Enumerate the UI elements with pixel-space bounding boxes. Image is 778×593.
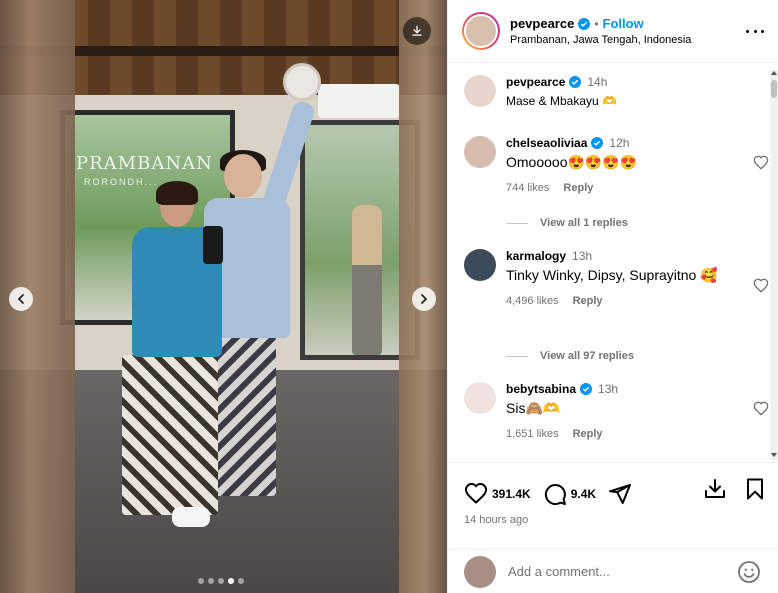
reply-button[interactable]: Reply [573,428,603,440]
comment-time: 12h [609,136,630,150]
author-username[interactable]: pevpearce [510,16,574,31]
view-replies-button[interactable]: View all 97 replies [506,350,634,362]
download-button[interactable] [403,17,431,45]
view-replies-button[interactable]: View all 1 replies [506,217,628,229]
post-media[interactable]: PRAMBANAN RORONDH... [0,0,447,593]
carousel-dot [198,578,204,584]
comment-username[interactable]: karmalogy [506,249,566,263]
comment-likes[interactable]: 1,651 likes [506,428,559,440]
follow-button[interactable]: Follow [603,16,644,31]
post-location[interactable]: Prambanan, Jawa Tengah, Indonesia [510,34,691,46]
reply-button[interactable]: Reply [573,295,603,307]
comment-item: bebytsabina 13h Sis🙈🫶 1,651 likes Reply [464,382,764,440]
verified-badge-icon [591,137,604,149]
current-user-avatar [464,555,496,588]
verified-badge-icon [580,383,593,395]
comment-item: karmalogy 13h Tinky Winky, Dipsy, Supray… [464,249,764,307]
comment-time: 13h [598,382,619,396]
comment-like-icon[interactable] [753,401,769,417]
comment-count: 9.4K [570,487,597,501]
carousel-dot [208,578,214,584]
comment-avatar[interactable] [464,75,496,107]
carousel-dot [218,578,224,584]
like-button[interactable]: 391.4K [464,482,531,506]
chevron-left-icon [17,294,24,304]
reply-button[interactable]: Reply [563,182,593,194]
comment-button[interactable]: 9.4K [543,482,596,506]
carousel-next-button[interactable] [412,287,436,311]
share-button[interactable] [608,482,632,506]
more-dot-icon [746,29,749,33]
comment-time: 13h [572,249,593,263]
carousel-dot [228,578,234,584]
comment-item: chelseaoliviaa 12h Omooooo😍😍😍😍 744 likes… [464,136,764,194]
comment-text: Mase & Mbakayu 🫶 [506,94,617,108]
comment-username[interactable]: chelseaoliviaa [506,136,587,150]
bookmark-icon[interactable] [743,477,767,501]
comment-text: Tinky Winky, Dipsy, Suprayitno 🥰 [506,267,718,283]
scroll-down-arrow-icon[interactable] [771,452,777,458]
post-timestamp[interactable]: 14 hours ago [448,514,778,526]
paper-plane-icon [609,484,632,504]
comments-list[interactable]: pevpearce 14h Mase & Mbakayu 🫶 chelseaol… [448,63,778,462]
comment-username[interactable]: bebytsabina [506,382,576,396]
heart-icon [464,482,488,504]
comments-scrollbar[interactable] [770,70,778,460]
post-header: pevpearce • Follow Prambanan, Jawa Tenga… [448,0,778,63]
comment-avatar[interactable] [464,382,496,414]
comment-input[interactable] [508,564,728,579]
author-avatar[interactable] [462,12,500,50]
comment-text: Omooooo😍😍😍😍 [506,154,638,170]
more-options-button[interactable] [746,22,764,40]
comment-likes[interactable]: 4,496 likes [506,295,559,307]
post-photo: PRAMBANAN RORONDH... [0,0,447,593]
more-dot-icon [761,29,764,33]
add-comment-bar [448,548,778,593]
verified-badge-icon [578,17,591,30]
scrollbar-thumb[interactable] [771,80,777,98]
comment-text: Sis🙈🫶 [506,400,561,416]
chevron-right-icon [421,294,428,304]
download-icon [412,25,422,36]
emoji-icon[interactable] [737,560,761,584]
verified-badge-icon [569,76,582,88]
comment-time: 14h [587,75,608,89]
more-dot-icon [753,29,757,33]
scroll-up-arrow-icon[interactable] [771,70,777,76]
like-count[interactable]: 391.4K [492,487,531,501]
carousel-indicator [198,578,244,584]
post-sidebar: pevpearce • Follow Prambanan, Jawa Tenga… [447,0,778,593]
caption-comment: pevpearce 14h Mase & Mbakayu 🫶 [464,75,764,111]
post-footer: 391.4K 9.4K 14 hours ago Add a comment..… [448,462,778,593]
comment-avatar[interactable] [464,249,496,281]
comment-like-icon[interactable] [753,278,769,294]
comment-username[interactable]: pevpearce [506,75,565,89]
view-replies-label: View all 1 replies [540,217,628,229]
carousel-dot [238,578,244,584]
comment-likes[interactable]: 744 likes [506,182,549,194]
comment-avatar[interactable] [464,136,496,168]
save-to-collection-icon[interactable] [703,477,727,501]
comment-bubble-icon [544,484,566,506]
comment-like-icon[interactable] [753,155,769,171]
view-replies-label: View all 97 replies [540,350,634,362]
carousel-prev-button[interactable] [9,287,33,311]
photo-sign-text: PRAMBANAN [76,153,213,174]
header-separator: • [594,16,599,31]
